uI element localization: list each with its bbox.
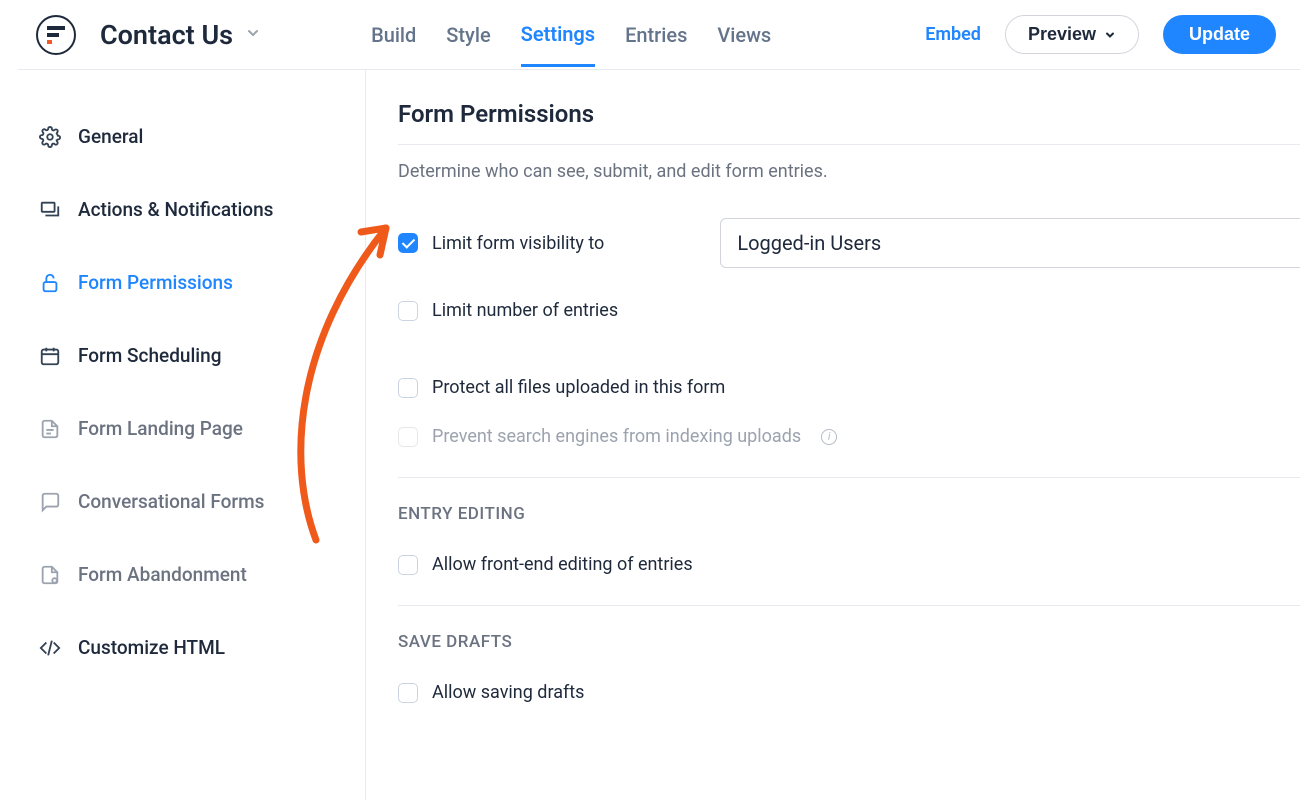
- sidebar-item-label: Form Abandonment: [78, 563, 247, 586]
- top-actions: Embed Preview Update: [925, 15, 1276, 54]
- chevron-down-icon: [1104, 29, 1116, 41]
- preview-button[interactable]: Preview: [1005, 15, 1139, 54]
- form-title[interactable]: Contact Us: [100, 19, 233, 51]
- prevent-indexing-label: Prevent search engines from indexing upl…: [432, 426, 801, 447]
- main-tabs: Build Style Settings Entries Views: [371, 0, 771, 69]
- protect-files-row: Protect all files uploaded in this form: [398, 377, 1300, 398]
- sidebar-item-label: Form Scheduling: [78, 344, 222, 367]
- embed-link[interactable]: Embed: [925, 24, 981, 45]
- sidebar-item-landing-page[interactable]: Form Landing Page: [18, 392, 365, 465]
- settings-panel: Form Permissions Determine who can see, …: [366, 70, 1300, 800]
- allow-front-end-row: Allow front-end editing of entries: [398, 554, 1300, 575]
- sidebar-item-scheduling[interactable]: Form Scheduling: [18, 319, 365, 392]
- panel-description: Determine who can see, submit, and edit …: [398, 161, 1300, 182]
- sidebar-item-label: Form Permissions: [78, 271, 233, 294]
- tab-style[interactable]: Style: [446, 3, 490, 67]
- calendar-icon: [38, 345, 62, 367]
- sidebar-item-customize-html[interactable]: Customize HTML: [18, 611, 365, 684]
- chat-icon: [38, 491, 62, 513]
- protect-files-checkbox[interactable]: [398, 378, 418, 398]
- sidebar-item-label: Actions & Notifications: [78, 198, 273, 221]
- code-icon: [38, 637, 62, 659]
- sidebar-item-abandonment[interactable]: Form Abandonment: [18, 538, 365, 611]
- tab-settings[interactable]: Settings: [521, 2, 595, 67]
- form-exit-icon: [38, 564, 62, 586]
- limit-entries-row: Limit number of entries: [398, 300, 1300, 321]
- visibility-select[interactable]: Logged-in Users: [720, 218, 1300, 268]
- save-drafts-heading: SAVE DRAFTS: [398, 632, 1300, 652]
- allow-front-end-checkbox[interactable]: [398, 555, 418, 575]
- top-bar: Contact Us Build Style Settings Entries …: [18, 0, 1300, 70]
- app-logo-icon: [36, 15, 76, 55]
- limit-visibility-checkbox[interactable]: [398, 233, 418, 253]
- allow-front-end-label: Allow front-end editing of entries: [432, 554, 693, 575]
- lock-icon: [38, 272, 62, 294]
- allow-drafts-row: Allow saving drafts: [398, 682, 1300, 703]
- sidebar-item-general[interactable]: General: [18, 100, 365, 173]
- chevron-down-icon[interactable]: [245, 25, 261, 45]
- limit-visibility-row: Limit form visibility to Logged-in Users: [398, 218, 1300, 268]
- entry-editing-heading: ENTRY EDITING: [398, 504, 1300, 524]
- allow-drafts-checkbox[interactable]: [398, 683, 418, 703]
- limit-entries-checkbox[interactable]: [398, 301, 418, 321]
- settings-sidebar: General Actions & Notifications Form Per…: [18, 70, 366, 800]
- panel-title: Form Permissions: [398, 100, 1300, 145]
- sidebar-item-label: Form Landing Page: [78, 417, 243, 440]
- sidebar-item-actions[interactable]: Actions & Notifications: [18, 173, 365, 246]
- stack-icon: [38, 199, 62, 221]
- sidebar-item-permissions[interactable]: Form Permissions: [18, 246, 365, 319]
- page-icon: [38, 418, 62, 440]
- limit-visibility-label: Limit form visibility to: [432, 233, 604, 254]
- limit-entries-label: Limit number of entries: [432, 300, 618, 321]
- preview-label: Preview: [1028, 24, 1096, 45]
- sidebar-item-label: Customize HTML: [78, 636, 225, 659]
- tab-views[interactable]: Views: [717, 3, 771, 67]
- gear-icon: [38, 126, 62, 148]
- info-icon[interactable]: i: [821, 429, 837, 445]
- sidebar-item-label: Conversational Forms: [78, 490, 264, 513]
- allow-drafts-label: Allow saving drafts: [432, 682, 584, 703]
- entry-editing-section: ENTRY EDITING Allow front-end editing of…: [398, 477, 1300, 575]
- tab-entries[interactable]: Entries: [625, 3, 687, 67]
- prevent-indexing-row: Prevent search engines from indexing upl…: [398, 426, 1300, 447]
- protect-files-label: Protect all files uploaded in this form: [432, 377, 725, 398]
- save-drafts-section: SAVE DRAFTS Allow saving drafts: [398, 605, 1300, 703]
- update-button[interactable]: Update: [1163, 15, 1276, 54]
- sidebar-item-conversational[interactable]: Conversational Forms: [18, 465, 365, 538]
- sidebar-item-label: General: [78, 125, 143, 148]
- prevent-indexing-checkbox[interactable]: [398, 427, 418, 447]
- tab-build[interactable]: Build: [371, 3, 416, 67]
